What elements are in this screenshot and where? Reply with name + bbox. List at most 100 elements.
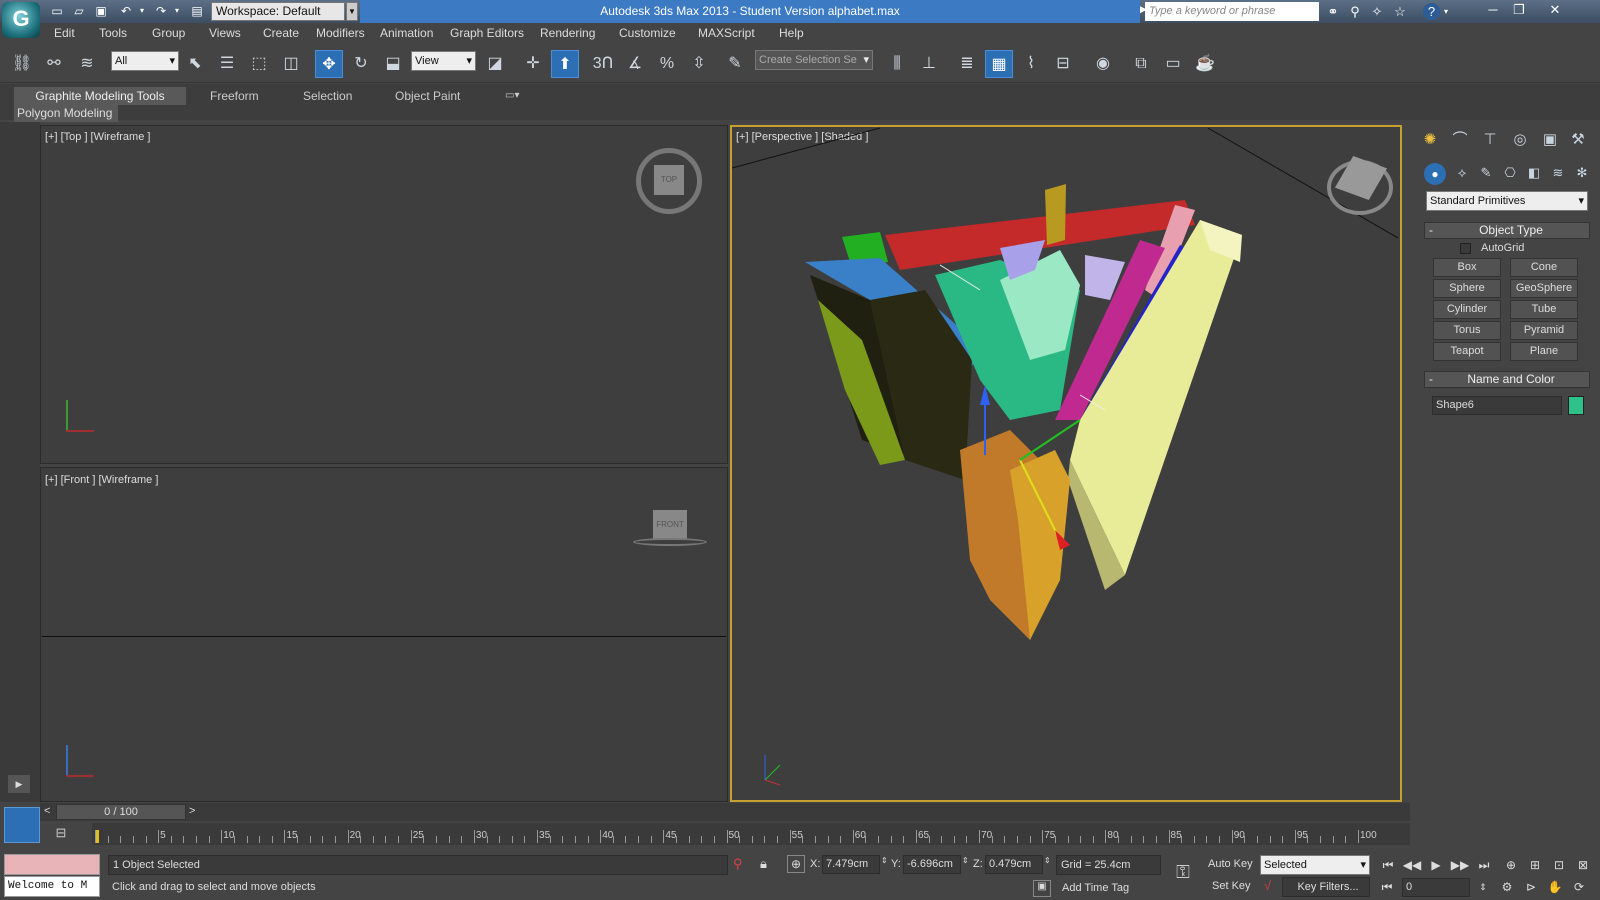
undo-icon[interactable]: ↶ [117, 3, 135, 20]
mirror-icon[interactable]: ⫼ [883, 50, 911, 78]
viewcube-top-icon[interactable]: TOP [654, 165, 684, 195]
menu-views[interactable]: Views [209, 26, 241, 40]
layer-manager-icon[interactable]: ≣ [953, 50, 981, 78]
viewport-top[interactable] [40, 125, 728, 464]
create-cylinder-button[interactable]: Cylinder [1433, 300, 1501, 319]
viewport-layout-icon[interactable] [4, 807, 40, 843]
undo-dropdown-icon[interactable]: ▾ [137, 3, 147, 20]
field-of-view-icon[interactable]: ⊳ [1520, 877, 1542, 897]
current-frame-field[interactable]: 0 [1402, 878, 1470, 897]
pan-view-icon[interactable]: ✋ [1544, 877, 1566, 897]
key-mode-toggle-icon[interactable]: ⏮ [1376, 877, 1398, 897]
y-spinner-icon[interactable]: ⇕ [962, 856, 969, 865]
curve-editor-icon[interactable]: ⌇ [1017, 50, 1045, 78]
play-icon[interactable]: ▶ [1425, 855, 1447, 875]
reference-coordinate-dropdown[interactable]: View ▾ [411, 51, 476, 71]
workspace-dropdown[interactable]: Workspace: Default [211, 2, 345, 21]
help-icon[interactable]: ? [1423, 3, 1440, 20]
menu-modifiers[interactable]: Modifiers [316, 26, 365, 40]
absolute-mode-icon[interactable]: ⊕ [787, 855, 805, 873]
maximize-viewport-icon[interactable]: ⊠ [1572, 855, 1594, 875]
communication-center-icon[interactable]: ✧ [1367, 3, 1387, 20]
menu-create[interactable]: Create [263, 26, 299, 40]
z-coordinate-field[interactable]: 0.479cm [985, 855, 1043, 874]
helpers-icon[interactable]: ◧ [1522, 161, 1546, 185]
create-tab-icon[interactable]: ✺ [1418, 128, 1442, 152]
set-keys-key-icon[interactable]: ⚿ [1170, 862, 1196, 888]
angle-snap-icon[interactable]: ∡ [621, 50, 649, 78]
viewport-front-label[interactable]: [+] [Front ] [Wireframe ] [45, 474, 158, 486]
previous-frame-icon[interactable]: ◀◀ [1401, 855, 1423, 875]
use-pivot-center-icon[interactable]: ◪ [481, 50, 509, 78]
unlink-icon[interactable]: ⚯ [40, 50, 68, 78]
menu-rendering[interactable]: Rendering [540, 26, 595, 40]
viewcube-front-icon[interactable]: FRONT [653, 510, 687, 540]
x-coordinate-field[interactable]: 7.479cm [822, 855, 880, 874]
binoculars-icon[interactable]: ⚭ [1323, 3, 1343, 20]
mini-curve-editor-icon[interactable]: ⊟ [48, 825, 74, 843]
go-to-end-icon[interactable]: ⏭ [1473, 855, 1495, 875]
render-setup-icon[interactable]: ⧉ [1127, 50, 1155, 78]
select-object-icon[interactable]: ⬉ [181, 50, 209, 78]
redo-icon[interactable]: ↷ [152, 3, 170, 20]
select-and-rotate-icon[interactable]: ↻ [347, 50, 375, 78]
geometry-category-dropdown[interactable]: Standard Primitives ▾ [1426, 191, 1588, 211]
geometry-icon[interactable]: ● [1424, 163, 1446, 185]
utilities-tab-icon[interactable]: ⚒ [1566, 128, 1590, 152]
select-by-name-icon[interactable]: ☰ [213, 50, 241, 78]
render-teapot-icon[interactable]: ☕ [1191, 50, 1219, 78]
create-tube-button[interactable]: Tube [1510, 300, 1578, 319]
go-to-start-icon[interactable]: ⏮ [1377, 855, 1399, 875]
time-configuration-icon[interactable]: ⚙ [1496, 877, 1518, 897]
menu-animation[interactable]: Animation [380, 26, 433, 40]
application-menu-button[interactable]: G [2, 2, 40, 38]
create-torus-button[interactable]: Torus [1433, 321, 1501, 340]
x-spinner-icon[interactable]: ⇕ [881, 856, 888, 865]
cameras-icon[interactable]: ⎔ [1498, 161, 1522, 185]
display-tab-icon[interactable]: ▣ [1538, 128, 1562, 152]
align-icon[interactable]: ⊥ [915, 50, 943, 78]
spinner-snap-icon[interactable]: ⇳ [685, 50, 713, 78]
menu-maxscript[interactable]: MAXScript [698, 26, 755, 40]
create-geosphere-button[interactable]: GeoSphere [1510, 279, 1578, 298]
y-coordinate-field[interactable]: -6.696cm [903, 855, 961, 874]
viewport-top-label[interactable]: [+] [Top ] [Wireframe ] [45, 131, 150, 143]
subscription-key-icon[interactable]: ⚲ [1345, 3, 1365, 20]
restore-icon[interactable]: ❐ [1506, 2, 1532, 18]
menu-graph-editors[interactable]: Graph Editors [450, 26, 524, 40]
systems-icon[interactable]: ✻ [1570, 161, 1594, 185]
graphite-ribbon-toggle-icon[interactable]: ▦ [985, 50, 1013, 78]
menu-customize[interactable]: Customize [619, 26, 676, 40]
modify-tab-icon[interactable]: ⌒ [1448, 128, 1472, 152]
expand-ribbon-icon[interactable]: ▶ [8, 775, 30, 793]
selection-filter-dropdown[interactable]: All ▾ [111, 51, 179, 71]
select-and-manipulate-icon[interactable]: ✛ [519, 50, 547, 78]
close-icon[interactable]: ✕ [1540, 2, 1570, 18]
edit-named-selection-icon[interactable]: ✎ [721, 50, 749, 78]
create-box-button[interactable]: Box [1433, 258, 1501, 277]
menu-help[interactable]: Help [779, 26, 804, 40]
redo-dropdown-icon[interactable]: ▾ [172, 3, 182, 20]
create-plane-button[interactable]: Plane [1510, 342, 1578, 361]
create-sphere-button[interactable]: Sphere [1433, 279, 1501, 298]
tab-object-paint[interactable]: Object Paint [395, 87, 460, 105]
motion-tab-icon[interactable]: ◎ [1508, 128, 1532, 152]
viewcube-front-ring[interactable] [633, 538, 707, 546]
help-dropdown-icon[interactable]: ▾ [1441, 3, 1451, 20]
rectangular-selection-icon[interactable]: ⬚ [245, 50, 273, 78]
new-file-icon[interactable]: ▭ [48, 3, 66, 20]
select-and-link-icon[interactable]: ⛓ [8, 50, 36, 78]
orbit-icon[interactable]: ⟳ [1568, 877, 1590, 897]
key-mode-dropdown[interactable]: Selected ▾ [1260, 855, 1370, 875]
viewport-front[interactable] [40, 467, 728, 802]
minimize-icon[interactable]: ─ [1480, 2, 1506, 18]
set-key-button[interactable]: Set Key [1212, 880, 1251, 892]
create-teapot-button[interactable]: Teapot [1433, 342, 1501, 361]
maxscript-mini-listener[interactable]: Welcome to M [4, 876, 100, 897]
bind-space-warp-icon[interactable]: ≋ [73, 50, 101, 78]
select-and-move-icon[interactable]: ✥ [315, 50, 343, 78]
object-name-field[interactable]: Shape6 [1432, 396, 1562, 415]
autogrid-checkbox[interactable] [1460, 243, 1471, 254]
rendered-frame-window-icon[interactable]: ▭ [1159, 50, 1187, 78]
menu-group[interactable]: Group [152, 26, 185, 40]
